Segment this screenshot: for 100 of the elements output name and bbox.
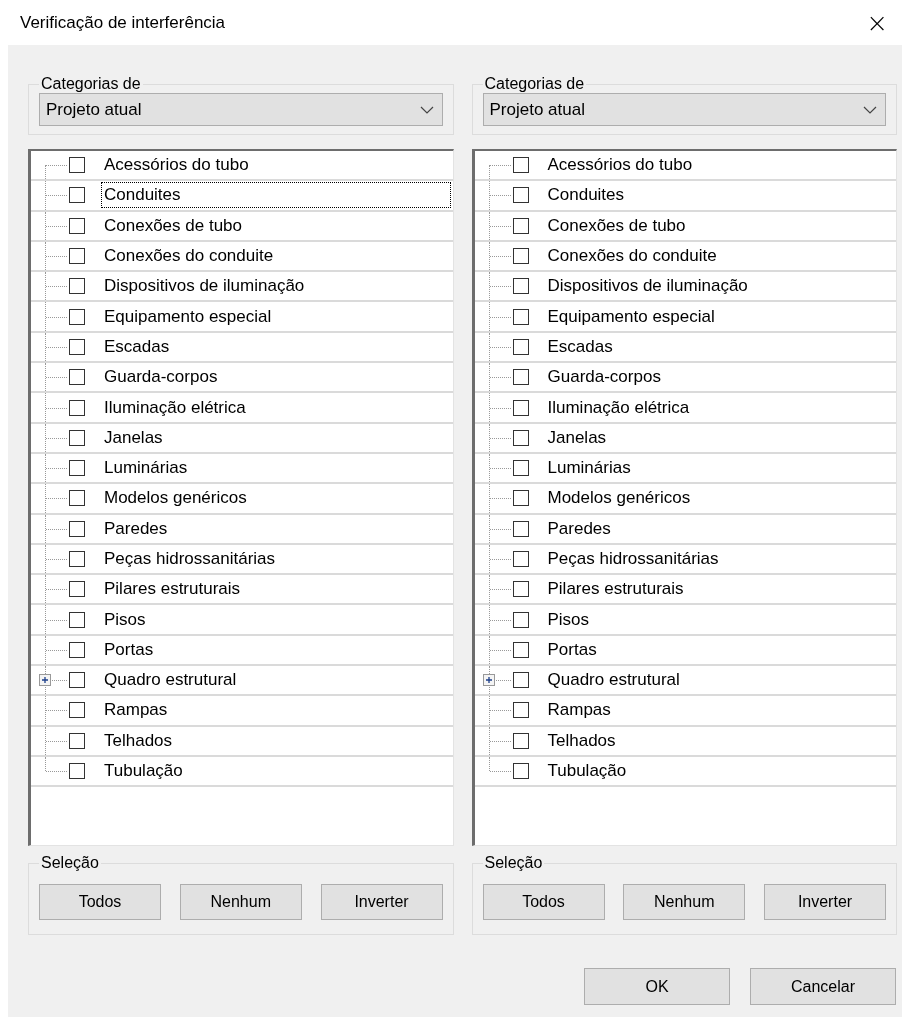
- category-label[interactable]: Pisos: [101, 606, 149, 633]
- checkbox[interactable]: [69, 732, 85, 749]
- group-label: Categorias de: [40, 75, 142, 93]
- category-label[interactable]: Dispositivos de iluminação: [101, 273, 308, 300]
- selection-button[interactable]: Inverter: [764, 884, 886, 920]
- checkbox[interactable]: [69, 278, 85, 295]
- category-label[interactable]: Pilares estruturais: [101, 576, 244, 603]
- category-label[interactable]: Iluminação elétrica: [544, 394, 693, 421]
- dialog-button[interactable]: OK: [584, 968, 730, 1005]
- selection-button[interactable]: Nenhum: [179, 884, 302, 920]
- selection-button[interactable]: Todos: [482, 884, 605, 920]
- category-label[interactable]: Guarda-corpos: [544, 364, 664, 391]
- category-label[interactable]: Paredes: [101, 515, 171, 542]
- category-label[interactable]: Rampas: [101, 697, 171, 724]
- category-label[interactable]: Telhados: [544, 727, 619, 754]
- checkbox[interactable]: [512, 460, 529, 477]
- expand-icon[interactable]: [39, 674, 51, 687]
- checkbox[interactable]: [69, 217, 85, 234]
- category-label[interactable]: Quadro estrutural: [544, 667, 683, 694]
- category-label[interactable]: Telhados: [101, 727, 176, 754]
- category-label[interactable]: Iluminação elétrica: [101, 394, 249, 421]
- group-label: Seleção: [40, 854, 100, 872]
- checkbox[interactable]: [69, 581, 85, 598]
- checkbox[interactable]: [512, 732, 529, 749]
- category-label[interactable]: Equipamento especial: [544, 303, 718, 330]
- dialog-button[interactable]: Cancelar: [750, 968, 896, 1005]
- category-label[interactable]: Escadas: [544, 333, 616, 360]
- category-label[interactable]: Peças hidrossanitárias: [101, 546, 279, 572]
- category-label[interactable]: Paredes: [544, 515, 614, 542]
- checkbox[interactable]: [512, 641, 529, 658]
- checkbox[interactable]: [69, 520, 85, 537]
- category-label[interactable]: Conexões do conduite: [101, 243, 277, 270]
- checkbox[interactable]: [512, 157, 529, 174]
- category-label[interactable]: Acessórios do tubo: [544, 152, 696, 179]
- checkbox[interactable]: [69, 187, 85, 204]
- category-label[interactable]: Conduites: [544, 182, 628, 209]
- checkbox[interactable]: [512, 429, 529, 446]
- checkbox[interactable]: [69, 611, 85, 628]
- checkbox[interactable]: [512, 308, 529, 325]
- category-source-dropdown[interactable]: Projeto atual: [482, 93, 886, 126]
- category-label[interactable]: Acessórios do tubo: [101, 152, 252, 179]
- category-label[interactable]: Conduites: [101, 182, 451, 209]
- category-label[interactable]: Janelas: [101, 424, 166, 451]
- category-label[interactable]: Rampas: [544, 697, 614, 724]
- checkbox[interactable]: [69, 460, 85, 477]
- checkbox[interactable]: [69, 399, 85, 416]
- category-label[interactable]: Tubulação: [101, 758, 186, 785]
- checkbox[interactable]: [69, 763, 85, 780]
- checkbox[interactable]: [69, 702, 85, 719]
- checkbox[interactable]: [512, 369, 529, 386]
- checkbox[interactable]: [69, 338, 85, 355]
- checkbox[interactable]: [69, 429, 85, 446]
- checkbox[interactable]: [512, 551, 529, 567]
- category-label[interactable]: Luminárias: [101, 455, 191, 482]
- checkbox[interactable]: [512, 490, 529, 507]
- category-source-dropdown[interactable]: Projeto atual: [39, 93, 443, 126]
- checkbox[interactable]: [512, 611, 529, 628]
- category-label[interactable]: Portas: [544, 636, 600, 663]
- checkbox[interactable]: [69, 551, 85, 567]
- category-label[interactable]: Portas: [101, 636, 157, 663]
- checkbox[interactable]: [512, 338, 529, 355]
- category-label[interactable]: Peças hidrossanitárias: [544, 546, 722, 572]
- selection-button[interactable]: Todos: [39, 884, 161, 920]
- category-label[interactable]: Pilares estruturais: [544, 576, 687, 603]
- checkbox[interactable]: [69, 308, 85, 325]
- close-button[interactable]: ×: [860, 9, 894, 36]
- checkbox[interactable]: [512, 702, 529, 719]
- category-label[interactable]: Pisos: [544, 606, 593, 633]
- checkbox[interactable]: [512, 581, 529, 598]
- checkbox[interactable]: [69, 490, 85, 507]
- expand-icon[interactable]: [482, 674, 495, 687]
- checkbox[interactable]: [512, 763, 529, 780]
- checkbox[interactable]: [512, 399, 529, 416]
- category-label[interactable]: Quadro estrutural: [101, 667, 240, 694]
- checkbox[interactable]: [69, 672, 85, 689]
- category-label[interactable]: Conexões de tubo: [544, 212, 689, 239]
- checkbox[interactable]: [512, 248, 529, 265]
- category-label[interactable]: Conexões do conduite: [544, 243, 720, 270]
- category-label[interactable]: Tubulação: [544, 758, 630, 785]
- checkbox[interactable]: [69, 157, 85, 174]
- category-label[interactable]: Equipamento especial: [101, 303, 275, 330]
- selection-button[interactable]: Nenhum: [623, 884, 746, 920]
- checkbox[interactable]: [512, 278, 529, 295]
- chevron-icon: [419, 105, 434, 114]
- category-label[interactable]: Modelos genéricos: [101, 485, 250, 512]
- checkbox[interactable]: [69, 641, 85, 658]
- category-label[interactable]: Janelas: [544, 424, 610, 451]
- category-label[interactable]: Escadas: [101, 333, 173, 360]
- checkbox[interactable]: [69, 248, 85, 265]
- checkbox[interactable]: [512, 187, 529, 204]
- checkbox[interactable]: [512, 672, 529, 689]
- category-label[interactable]: Guarda-corpos: [101, 364, 221, 391]
- category-label[interactable]: Dispositivos de iluminação: [544, 273, 751, 300]
- category-label[interactable]: Conexões de tubo: [101, 212, 245, 239]
- selection-button[interactable]: Inverter: [320, 884, 443, 920]
- category-label[interactable]: Luminárias: [544, 455, 634, 482]
- checkbox[interactable]: [512, 217, 529, 234]
- checkbox[interactable]: [69, 369, 85, 386]
- checkbox[interactable]: [512, 520, 529, 537]
- category-label[interactable]: Modelos genéricos: [544, 485, 694, 512]
